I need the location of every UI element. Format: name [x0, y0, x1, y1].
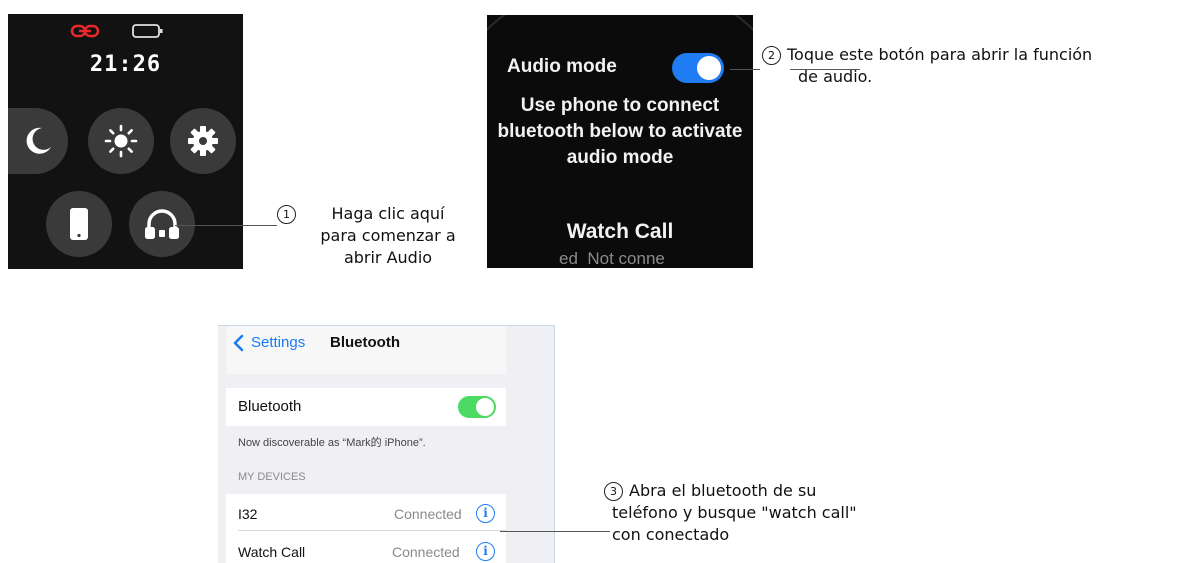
watch-audio-screen: Audio mode Use phone to connect bluetoot… [487, 15, 753, 268]
step3-callout: 3 Abra el bluetooth de su teléfono y busq… [604, 480, 857, 546]
device-name: I32 [238, 506, 258, 522]
battery-icon [132, 24, 163, 38]
info-icon[interactable]: i [476, 542, 495, 561]
callout-line: de audio. [798, 67, 873, 86]
instruction-line: Use phone to connect [520, 95, 720, 116]
device-list: I32 Connected i Watch Call Connected i [226, 494, 506, 563]
leader-line-3 [500, 531, 610, 532]
step3-number: 3 [604, 482, 623, 501]
device-name: Watch Call [238, 544, 306, 560]
bluetooth-toggle[interactable] [458, 396, 496, 418]
sleep-mode-button[interactable] [8, 108, 68, 174]
step2-callout: 2 Toque este botón para abrir la función … [762, 44, 1092, 88]
callout-line: con conectado [612, 525, 730, 544]
brightness-icon [104, 124, 138, 158]
instruction-line: audio mode [566, 147, 674, 168]
leader-line-2 [730, 69, 760, 70]
audio-mode-toggle[interactable] [672, 53, 724, 83]
back-button[interactable]: Settings [251, 334, 305, 351]
brightness-button[interactable] [88, 108, 154, 174]
audio-button[interactable] [129, 191, 195, 257]
callout-line: Haga clic aquí [331, 204, 445, 223]
phone-icon [70, 208, 88, 240]
page-title: Bluetooth [330, 334, 400, 351]
callout-line: Toque este botón para abrir la función [787, 45, 1093, 64]
callout-line: para comenzar a [320, 226, 456, 245]
phone-bluetooth-settings: Settings Bluetooth Bluetooth Now discove… [218, 325, 555, 563]
device-status: Connected [394, 506, 462, 522]
audio-mode-label: Audio mode [507, 56, 617, 77]
back-chevron-icon[interactable] [232, 334, 244, 352]
toggle-knob [476, 398, 494, 416]
headphones-icon [145, 209, 179, 239]
section-header: MY DEVICES [238, 471, 306, 483]
nav-bar: Settings Bluetooth [226, 326, 506, 374]
watch-call-title: Watch Call [566, 220, 674, 243]
info-icon[interactable]: i [476, 504, 495, 523]
step2-number: 2 [762, 46, 781, 65]
moon-icon [26, 127, 51, 154]
settings-button[interactable] [170, 108, 236, 174]
step1-callout: Haga clic aquí para comenzar a abrir Aud… [298, 203, 478, 269]
leader-line-1 [175, 225, 277, 226]
bluetooth-row[interactable]: Bluetooth [226, 388, 506, 426]
watch-time: 21:26 [89, 52, 162, 77]
find-phone-button[interactable] [46, 191, 112, 257]
audio-instructions: Use phone to connect bluetooth below to … [487, 93, 753, 171]
device-row-i32[interactable]: I32 Connected i [226, 494, 506, 530]
link-icon [70, 24, 100, 38]
bluetooth-label: Bluetooth [238, 398, 302, 415]
instruction-line: bluetooth below to activate [497, 121, 743, 142]
discoverable-text: Now discoverable as “Mark的 iPhone”. [238, 437, 426, 449]
watch-call-status: ed Not conne [559, 249, 665, 268]
callout-line: abrir Audio [343, 248, 433, 267]
watch-quick-menu: 21:26 [8, 14, 243, 269]
device-status: Connected [392, 544, 460, 560]
toggle-knob [697, 56, 721, 80]
gear-icon [188, 126, 218, 156]
callout-line: Abra el bluetooth de su [629, 481, 817, 500]
callout-line: teléfono y busque "watch call" [612, 503, 857, 522]
device-row-watch-call[interactable]: Watch Call Connected i [226, 531, 506, 563]
